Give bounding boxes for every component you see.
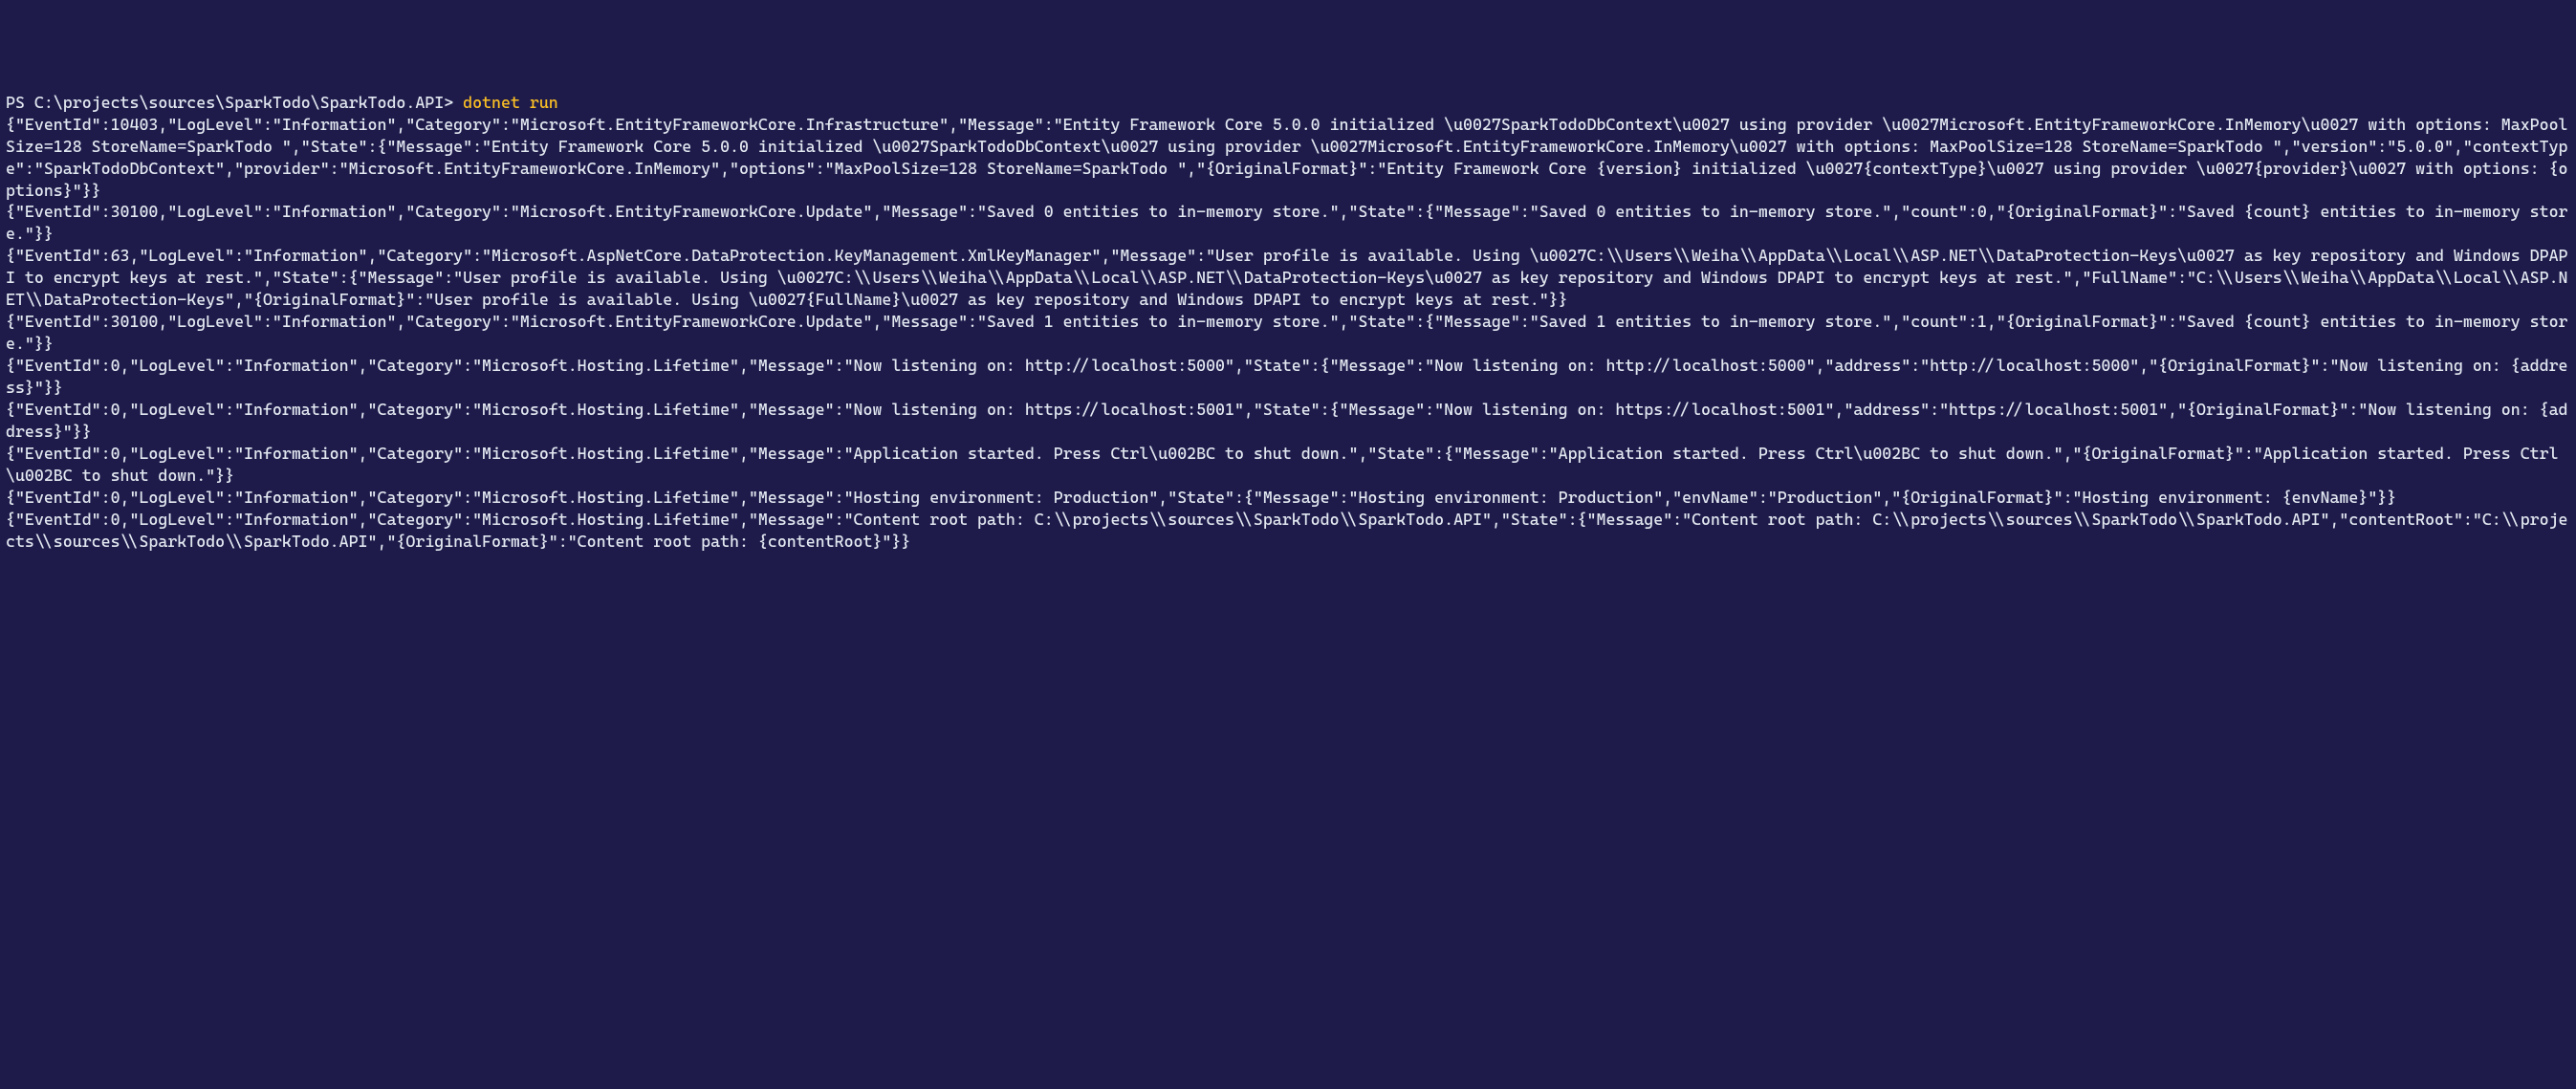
output-line: {"EventId":10403,"LogLevel":"Information… bbox=[6, 114, 2570, 202]
output-line: {"EventId":0,"LogLevel":"Information","C… bbox=[6, 509, 2570, 553]
terminal-window[interactable]: PS C:\projects\sources\SparkTodo\SparkTo… bbox=[6, 92, 2570, 553]
prompt-line: PS C:\projects\sources\SparkTodo\SparkTo… bbox=[6, 92, 2570, 114]
output-line: {"EventId":63,"LogLevel":"Information","… bbox=[6, 245, 2570, 311]
prompt-separator: > bbox=[444, 93, 463, 112]
ps-prefix: PS bbox=[6, 93, 34, 112]
output-line: {"EventId":0,"LogLevel":"Information","C… bbox=[6, 399, 2570, 443]
terminal-output: {"EventId":10403,"LogLevel":"Information… bbox=[6, 114, 2570, 553]
output-line: {"EventId":0,"LogLevel":"Information","C… bbox=[6, 487, 2570, 509]
command-text: dotnet run bbox=[463, 93, 558, 112]
output-line: {"EventId":30100,"LogLevel":"Information… bbox=[6, 201, 2570, 245]
output-line: {"EventId":0,"LogLevel":"Information","C… bbox=[6, 355, 2570, 399]
current-path: C:\projects\sources\SparkTodo\SparkTodo.… bbox=[34, 93, 444, 112]
output-line: {"EventId":0,"LogLevel":"Information","C… bbox=[6, 443, 2570, 487]
output-line: {"EventId":30100,"LogLevel":"Information… bbox=[6, 311, 2570, 355]
